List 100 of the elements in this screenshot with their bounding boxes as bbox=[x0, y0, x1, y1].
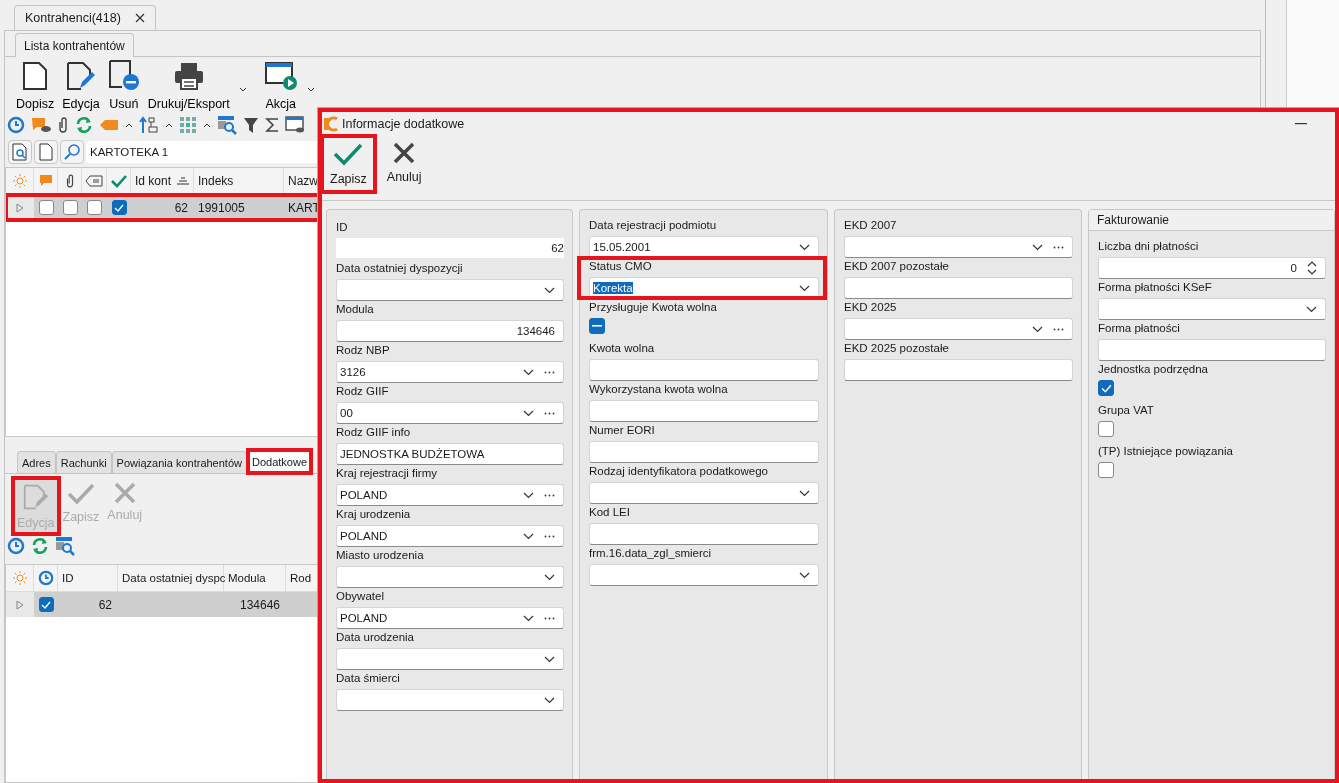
toolbar-button[interactable]: Drukuj/Eksport bbox=[144, 61, 233, 113]
checkbox[interactable] bbox=[111, 200, 127, 215]
input-field[interactable]: JEDNOSTKA BUDŻETOWA bbox=[336, 443, 564, 465]
view-tab[interactable]: Lista kontrahentów bbox=[15, 33, 134, 57]
check-mark-icon bbox=[41, 600, 51, 609]
dropdown-field[interactable]: 00 bbox=[336, 402, 564, 424]
input-field[interactable] bbox=[589, 523, 819, 545]
toolbar-button[interactable]: Dopisz bbox=[13, 61, 58, 113]
dropdown-field[interactable]: 3126 bbox=[336, 361, 564, 383]
checkbox[interactable] bbox=[62, 200, 78, 215]
input-field[interactable] bbox=[589, 441, 819, 463]
input-field[interactable]: 62 bbox=[336, 238, 564, 258]
input-field[interactable]: 134646 bbox=[336, 320, 564, 342]
checkbox[interactable] bbox=[1098, 421, 1114, 437]
dropdown-field[interactable] bbox=[589, 564, 819, 586]
chevron-down-icon bbox=[523, 491, 534, 499]
detail-tab[interactable]: Adres bbox=[17, 451, 56, 473]
dropdown-field[interactable] bbox=[336, 648, 564, 670]
history-icon[interactable] bbox=[7, 537, 25, 555]
table-search-icon[interactable] bbox=[217, 115, 237, 135]
comment-eye-icon[interactable] bbox=[31, 116, 51, 134]
checkbox[interactable] bbox=[38, 597, 54, 612]
input-field[interactable] bbox=[844, 277, 1073, 299]
document-icon bbox=[39, 143, 53, 161]
table-row[interactable]: 62 1991005 KART bbox=[6, 195, 319, 220]
chevron-down-icon bbox=[544, 655, 555, 663]
field-label: Rodz GIIF info bbox=[336, 425, 411, 440]
tag-icon[interactable] bbox=[99, 118, 119, 132]
caret-up-icon[interactable] bbox=[203, 122, 211, 128]
table-search-icon[interactable] bbox=[55, 536, 75, 556]
dropdown-field[interactable] bbox=[589, 482, 819, 504]
minimize-icon[interactable] bbox=[1295, 123, 1307, 125]
field-label: Jednostka podrzędna bbox=[1098, 362, 1208, 377]
checkbox[interactable] bbox=[38, 200, 54, 215]
dropdown-field[interactable] bbox=[336, 566, 564, 588]
dropdown-field[interactable] bbox=[336, 279, 564, 301]
sun-icon bbox=[12, 174, 27, 188]
app-logo-icon bbox=[324, 116, 338, 132]
history-icon[interactable] bbox=[7, 116, 25, 134]
check-mark-icon bbox=[114, 203, 124, 212]
dropdown-field[interactable]: 15.05.2001 bbox=[589, 236, 819, 258]
toolbar-button[interactable]: Edycja bbox=[59, 61, 103, 113]
paperclip-icon[interactable] bbox=[57, 116, 69, 134]
dropdown-field[interactable] bbox=[336, 689, 564, 711]
highlight-frame bbox=[11, 476, 61, 536]
caret-up-icon[interactable] bbox=[165, 122, 173, 128]
detail-tab[interactable]: Rachunki bbox=[55, 451, 112, 473]
refresh-icon[interactable] bbox=[75, 116, 93, 134]
dropdown-field[interactable]: POLAND bbox=[336, 484, 564, 506]
field-label: Rodz GIIF bbox=[336, 384, 389, 399]
input-field[interactable] bbox=[844, 359, 1073, 381]
detail-tab[interactable]: Dodatkowe bbox=[246, 449, 312, 473]
checkbox[interactable] bbox=[87, 200, 102, 215]
chevron-down-icon bbox=[1306, 305, 1317, 313]
refresh-icon[interactable] bbox=[31, 537, 49, 555]
toolbar-button[interactable]: Akcja bbox=[260, 61, 301, 113]
field-label: Modula bbox=[336, 302, 374, 317]
window-eye-icon[interactable] bbox=[285, 116, 305, 134]
dropdown-caret-icon[interactable] bbox=[306, 87, 315, 93]
input-field[interactable] bbox=[1098, 339, 1326, 361]
caret-up-icon[interactable] bbox=[125, 122, 133, 128]
field-label: EKD 2025 bbox=[844, 300, 897, 315]
expand-icon bbox=[16, 202, 24, 213]
sort-icon[interactable] bbox=[139, 116, 159, 134]
search-button[interactable] bbox=[60, 140, 84, 164]
window-title: Informacje dodatkowe bbox=[342, 117, 465, 131]
grid-icon[interactable] bbox=[179, 116, 197, 134]
document-tab[interactable]: Kontrahenci(418) bbox=[14, 5, 156, 30]
checkbox[interactable] bbox=[1098, 380, 1114, 396]
filter-icon[interactable] bbox=[243, 116, 259, 134]
dropdown-field[interactable] bbox=[844, 236, 1073, 258]
field-label: Wykorzystana kwota wolna bbox=[589, 382, 728, 397]
input-field[interactable] bbox=[589, 400, 819, 422]
checkbox[interactable] bbox=[589, 318, 605, 334]
new-document-button[interactable] bbox=[34, 140, 58, 164]
field-label: Numer EORI bbox=[589, 423, 655, 438]
number-spinner[interactable]: 0 bbox=[1098, 257, 1326, 279]
preview-button[interactable] bbox=[8, 140, 32, 164]
dropdown-field[interactable] bbox=[844, 318, 1073, 340]
close-icon[interactable] bbox=[134, 13, 145, 23]
more-icon bbox=[544, 534, 555, 538]
toolbar-button[interactable]: Zapisz bbox=[322, 136, 375, 192]
field-label: Status CMO bbox=[589, 259, 652, 274]
toolbar-button[interactable]: Anuluj bbox=[378, 136, 430, 190]
input-field[interactable] bbox=[589, 359, 819, 381]
checkbox[interactable] bbox=[1098, 462, 1114, 478]
table-row[interactable]: 62 134646 bbox=[6, 592, 319, 617]
detail-tab[interactable]: Powiązania kontrahentów bbox=[111, 451, 247, 473]
dropdown-field[interactable]: POLAND bbox=[336, 607, 564, 629]
column-header: ID bbox=[58, 565, 118, 591]
edit-document-icon bbox=[22, 482, 49, 512]
toolbar-button[interactable]: Usuń bbox=[104, 59, 143, 113]
field-label: Kwota wolna bbox=[589, 341, 655, 356]
dropdown-field[interactable] bbox=[1098, 298, 1326, 320]
field-label: Kraj urodzenia bbox=[336, 507, 411, 522]
field-label: Kraj rejestracji firmy bbox=[336, 466, 437, 481]
dropdown-caret-icon[interactable] bbox=[238, 87, 247, 93]
chevron-down-icon bbox=[523, 614, 534, 622]
sigma-icon[interactable] bbox=[265, 117, 279, 133]
dropdown-field[interactable]: POLAND bbox=[336, 525, 564, 547]
